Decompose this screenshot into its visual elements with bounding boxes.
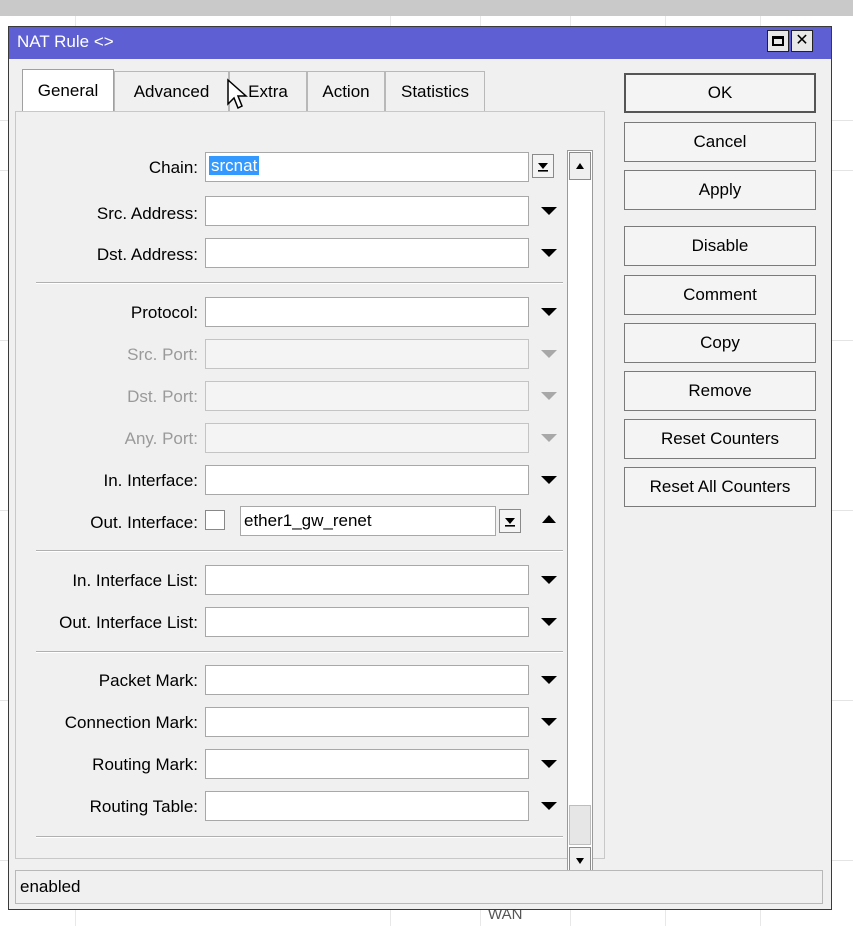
nat-rule-window: NAT Rule <> ✕ General Advanced Extra Act… (8, 26, 832, 910)
in-interface-expand-icon[interactable] (541, 476, 557, 484)
separator (36, 651, 563, 653)
packet-mark-input[interactable] (205, 665, 529, 695)
in-interface-list-input[interactable] (205, 565, 529, 595)
scroll-thumb[interactable] (569, 805, 591, 845)
scroll-up-button[interactable] (569, 152, 591, 180)
routing-mark-expand-icon[interactable] (541, 760, 557, 768)
out-interface-dropdown-button[interactable] (499, 509, 521, 533)
scroll-down-icon (576, 858, 584, 864)
out-interface-input[interactable]: ether1_gw_renet (240, 506, 496, 536)
tab-statistics[interactable]: Statistics (385, 71, 485, 111)
in-interface-label: In. Interface: (103, 471, 199, 490)
mouse-cursor-icon (227, 78, 248, 110)
routing-mark-input[interactable] (205, 749, 529, 779)
reset-counters-button[interactable]: Reset Counters (624, 419, 816, 459)
any-port-expand-icon (541, 434, 557, 442)
dst-address-input[interactable] (205, 238, 529, 268)
dst-address-label: Dst. Address: (96, 245, 198, 264)
maximize-button[interactable] (767, 30, 789, 52)
packet-mark-expand-icon[interactable] (541, 676, 557, 684)
dst-port-input (205, 381, 529, 411)
copy-button[interactable]: Copy (624, 323, 816, 363)
out-interface-negate-checkbox[interactable] (205, 510, 225, 530)
protocol-input[interactable] (205, 297, 529, 327)
chain-input[interactable]: srcnat (205, 152, 529, 182)
out-interface-collapse-icon[interactable] (542, 515, 556, 523)
routing-mark-label: Routing Mark: (92, 755, 198, 774)
routing-table-input[interactable] (205, 791, 529, 821)
chain-label: Chain: (148, 158, 198, 177)
separator (36, 282, 563, 284)
tab-advanced[interactable]: Advanced (114, 71, 229, 111)
separator (36, 550, 563, 552)
out-interface-label: Out. Interface: (90, 513, 198, 532)
ok-button[interactable]: OK (624, 73, 816, 113)
src-address-label: Src. Address: (96, 204, 198, 223)
dst-port-label: Dst. Port: (127, 387, 198, 406)
chain-value: srcnat (209, 156, 260, 175)
vertical-scrollbar[interactable] (567, 150, 593, 880)
dropdown-arrow-icon (505, 518, 515, 527)
dst-port-expand-icon (541, 392, 557, 400)
any-port-label: Any. Port: (124, 429, 198, 448)
chain-dropdown-button[interactable] (532, 154, 554, 178)
window-title: NAT Rule <> (17, 32, 114, 51)
out-interface-list-input[interactable] (205, 607, 529, 637)
background-toolbar (0, 0, 853, 16)
disable-button[interactable]: Disable (624, 226, 816, 266)
connection-mark-label: Connection Mark: (64, 713, 198, 732)
cancel-button[interactable]: Cancel (624, 122, 816, 162)
protocol-expand-icon[interactable] (541, 308, 557, 316)
in-interface-input[interactable] (205, 465, 529, 495)
out-interface-list-expand-icon[interactable] (541, 618, 557, 626)
dropdown-arrow-icon (538, 163, 548, 172)
dst-address-expand-icon[interactable] (541, 249, 557, 257)
status-bar: enabled (15, 870, 823, 904)
scroll-up-icon (576, 163, 584, 169)
routing-table-label: Routing Table: (89, 797, 198, 816)
routing-table-expand-icon[interactable] (541, 802, 557, 810)
remove-button[interactable]: Remove (624, 371, 816, 411)
in-interface-list-label: In. Interface List: (72, 571, 198, 590)
title-bar[interactable]: NAT Rule <> ✕ (9, 27, 831, 59)
src-port-expand-icon (541, 350, 557, 358)
in-interface-list-expand-icon[interactable] (541, 576, 557, 584)
separator (36, 836, 563, 838)
any-port-input (205, 423, 529, 453)
reset-all-counters-button[interactable]: Reset All Counters (624, 467, 816, 507)
tab-action[interactable]: Action (307, 71, 385, 111)
connection-mark-input[interactable] (205, 707, 529, 737)
status-text: enabled (20, 877, 81, 896)
tab-general[interactable]: General (22, 69, 114, 111)
out-interface-list-label: Out. Interface List: (59, 613, 198, 632)
close-button[interactable]: ✕ (791, 30, 813, 52)
src-port-label: Src. Port: (127, 345, 198, 364)
general-tab-panel: Chain: srcnat Src. Address: Dst. Address… (15, 111, 605, 880)
protocol-label: Protocol: (130, 303, 198, 322)
src-address-expand-icon[interactable] (541, 207, 557, 215)
connection-mark-expand-icon[interactable] (541, 718, 557, 726)
comment-button[interactable]: Comment (624, 275, 816, 315)
src-port-input (205, 339, 529, 369)
apply-button[interactable]: Apply (624, 170, 816, 210)
src-address-input[interactable] (205, 196, 529, 226)
packet-mark-label: Packet Mark: (98, 671, 198, 690)
